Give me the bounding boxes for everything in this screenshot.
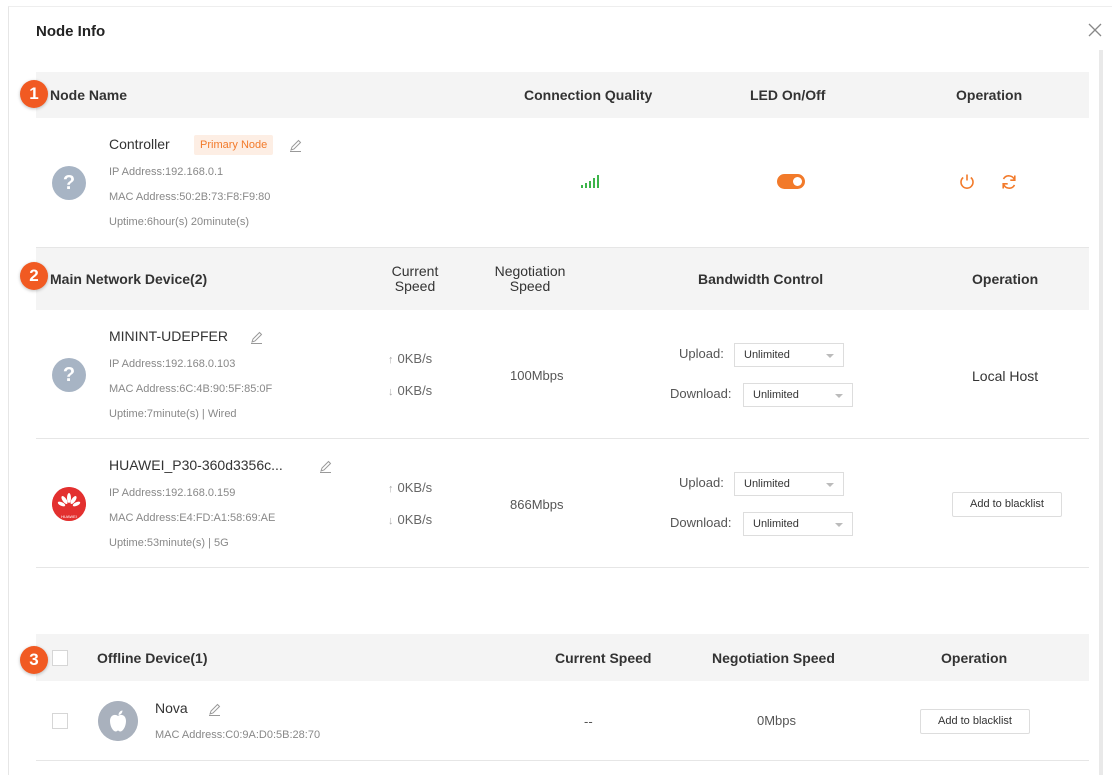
device-name: MININT-UDEPFER <box>109 328 228 344</box>
add-to-blacklist-button[interactable]: Add to blacklist <box>920 709 1030 734</box>
upload-label: Upload: <box>679 475 724 490</box>
download-limit-select[interactable]: Unlimited <box>743 512 853 536</box>
step-badge-1: 1 <box>20 80 48 108</box>
unknown-device-icon: ? <box>52 166 86 200</box>
dialog-title: Node Info <box>36 23 106 40</box>
device-mac: MAC Address:6C:4B:90:5F:85:0F <box>109 383 273 395</box>
upload-speed: ↑ 0KB/s <box>388 351 433 366</box>
device-row: ? MININT-UDEPFER IP Address:192.168.0.10… <box>36 310 1089 439</box>
edit-pencil-icon[interactable] <box>250 331 263 344</box>
toggle-knob <box>793 177 802 186</box>
header-connection-quality: Connection Quality <box>524 87 653 103</box>
scrollbar[interactable] <box>1099 50 1103 775</box>
chevron-down-icon <box>826 354 834 358</box>
offline-device-row: Nova MAC Address:C0:9A:D0:5B:28:70 -- 0M… <box>36 681 1089 761</box>
unknown-device-icon: ? <box>52 358 86 392</box>
device-ip: IP Address:192.168.0.103 <box>109 358 236 370</box>
offline-devices-header: Offline Device(1) Current Speed Negotiat… <box>36 634 1089 681</box>
down-arrow-icon: ↓ <box>388 386 394 398</box>
header-negotiation-speed: Negotiation Speed <box>494 263 566 294</box>
header-bandwidth-control: Bandwidth Control <box>698 271 824 287</box>
apple-logo-icon <box>98 701 138 741</box>
header-operation: Operation <box>941 650 1008 666</box>
down-arrow-icon: ↓ <box>388 515 394 527</box>
upload-label: Upload: <box>679 346 724 361</box>
reboot-icon[interactable] <box>1000 173 1018 191</box>
upload-speed: ↑ 0KB/s <box>388 480 433 495</box>
header-main-device: Main Network Device(2) <box>50 271 208 287</box>
step-badge-2: 2 <box>20 262 48 290</box>
up-arrow-icon: ↑ <box>388 483 394 495</box>
node-name: Controller <box>109 136 170 152</box>
device-uptime: Uptime:53minute(s) | 5G <box>109 537 229 549</box>
header-current-speed: Current Speed <box>391 263 439 294</box>
device-uptime: Uptime:7minute(s) | Wired <box>109 408 237 420</box>
signal-bars-icon <box>581 175 599 188</box>
node-table-header: Node Name Connection Quality LED On/Off … <box>36 72 1089 118</box>
header-current-speed: Current Speed <box>555 650 652 666</box>
device-name: HUAWEI_P30-360d3356c... <box>109 457 283 473</box>
header-operation: Operation <box>956 87 1023 103</box>
chevron-down-icon <box>835 394 843 398</box>
led-toggle[interactable] <box>777 174 805 189</box>
negotiation-speed: 0Mbps <box>757 713 797 728</box>
header-offline-device: Offline Device(1) <box>97 650 208 666</box>
header-operation: Operation <box>972 271 1039 287</box>
node-row: ? Controller Primary Node IP Address:192… <box>36 118 1089 248</box>
download-label: Download: <box>670 515 732 530</box>
power-icon[interactable] <box>958 173 976 191</box>
upload-limit-select[interactable]: Unlimited <box>734 343 844 367</box>
negotiation-speed: 100Mbps <box>510 368 564 383</box>
download-speed: ↓ 0KB/s <box>388 512 433 527</box>
upload-limit-select[interactable]: Unlimited <box>734 472 844 496</box>
header-node-name: Node Name <box>50 87 128 103</box>
row-checkbox[interactable] <box>52 713 68 729</box>
edit-pencil-icon[interactable] <box>208 703 221 716</box>
edit-pencil-icon[interactable] <box>319 460 332 473</box>
device-ip: IP Address:192.168.0.159 <box>109 487 236 499</box>
chevron-down-icon <box>835 523 843 527</box>
current-speed: -- <box>584 714 593 729</box>
select-all-checkbox[interactable] <box>52 650 68 666</box>
step-badge-3: 3 <box>20 646 48 674</box>
edit-pencil-icon[interactable] <box>289 139 302 152</box>
download-label: Download: <box>670 386 732 401</box>
node-ip: IP Address:192.168.0.1 <box>109 166 224 178</box>
device-name: Nova <box>155 700 188 716</box>
local-host-label: Local Host <box>972 368 1039 384</box>
download-speed: ↓ 0KB/s <box>388 383 433 398</box>
main-devices-header: Main Network Device(2) Current Speed Neg… <box>36 248 1089 310</box>
header-negotiation-speed: Negotiation Speed <box>712 650 835 666</box>
add-to-blacklist-button[interactable]: Add to blacklist <box>952 492 1062 517</box>
device-mac: MAC Address:E4:FD:A1:58:69:AE <box>109 512 276 524</box>
device-row: HUAWEI HUAWEI_P30-360d3356c... IP Addres… <box>36 439 1089 568</box>
huawei-logo-text: HUAWEI <box>61 514 77 519</box>
chevron-down-icon <box>826 483 834 487</box>
up-arrow-icon: ↑ <box>388 354 394 366</box>
device-mac: MAC Address:C0:9A:D0:5B:28:70 <box>155 729 321 741</box>
header-led: LED On/Off <box>750 87 826 103</box>
close-icon[interactable] <box>1086 21 1104 39</box>
node-uptime: Uptime:6hour(s) 20minute(s) <box>109 216 249 228</box>
download-limit-select[interactable]: Unlimited <box>743 383 853 407</box>
node-mac: MAC Address:50:2B:73:F8:F9:80 <box>109 191 271 203</box>
primary-node-badge: Primary Node <box>194 135 274 155</box>
negotiation-speed: 866Mbps <box>510 497 564 512</box>
